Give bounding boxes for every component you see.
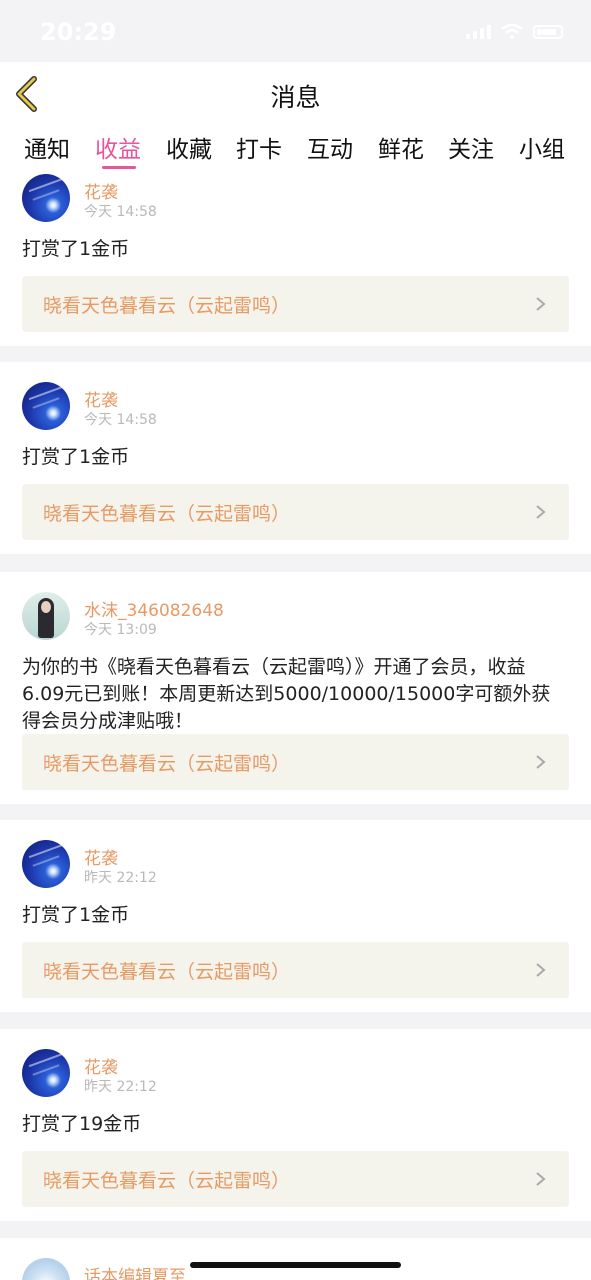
header: 消息: [0, 62, 591, 126]
tab-checkin[interactable]: 打卡: [236, 130, 282, 164]
page-title: 消息: [270, 83, 321, 112]
tab-groups[interactable]: 小组: [519, 130, 565, 164]
timestamp: 昨天 22:12: [84, 870, 157, 886]
username[interactable]: 花袭: [84, 844, 118, 869]
tab-bar: 通知 收益 收藏 打卡 互动 鲜花 关注 小组: [0, 126, 591, 170]
avatar[interactable]: [22, 174, 70, 222]
tab-earnings[interactable]: 收益: [95, 130, 141, 164]
home-indicator[interactable]: [190, 1262, 401, 1268]
book-link[interactable]: 晓看天色暮看云（云起雷鸣）: [22, 734, 569, 790]
avatar[interactable]: [22, 592, 70, 640]
username[interactable]: 花袭: [84, 386, 118, 411]
message-text: 打赏了1金币: [22, 238, 130, 260]
avatar[interactable]: [22, 840, 70, 888]
book-link[interactable]: 晓看天色暮看云（云起雷鸣）: [22, 276, 569, 332]
avatar[interactable]: [22, 382, 70, 430]
status-icons: [466, 24, 563, 40]
list-item: 花袭 昨天 22:12 打赏了1金币 晓看天色暮看云（云起雷鸣）: [0, 820, 591, 1012]
book-title: 晓看天色暮看云（云起雷鸣）: [43, 961, 291, 983]
chevron-right-icon: [536, 505, 546, 519]
list-item: 水沫_346082648 今天 13:09 为你的书《晓看天色暮看云（云起雷鸣）…: [0, 572, 591, 804]
username[interactable]: 话本编辑夏至: [84, 1262, 186, 1280]
timestamp: 昨天 22:12: [84, 1079, 157, 1095]
book-title: 晓看天色暮看云（云起雷鸣）: [43, 503, 291, 525]
list-item: 话本编辑夏至: [0, 1238, 591, 1280]
chevron-right-icon: [536, 1172, 546, 1186]
message-text: 打赏了19金币: [22, 1113, 142, 1135]
chevron-right-icon: [536, 963, 546, 977]
username[interactable]: 花袭: [84, 1053, 118, 1078]
status-time: 20:29: [40, 18, 117, 46]
signal-icon: [466, 25, 491, 39]
book-title: 晓看天色暮看云（云起雷鸣）: [43, 295, 291, 317]
battery-icon: [533, 25, 563, 39]
username[interactable]: 水沫_346082648: [84, 596, 224, 621]
book-title: 晓看天色暮看云（云起雷鸣）: [43, 753, 291, 775]
chevron-right-icon: [536, 297, 546, 311]
book-title: 晓看天色暮看云（云起雷鸣）: [43, 1170, 291, 1192]
tab-following[interactable]: 关注: [448, 130, 494, 164]
book-link[interactable]: 晓看天色暮看云（云起雷鸣）: [22, 1151, 569, 1207]
timestamp: 今天 13:09: [84, 622, 157, 638]
status-bar: 20:29: [0, 0, 591, 62]
timestamp: 今天 14:58: [84, 204, 157, 220]
tab-favorites[interactable]: 收藏: [166, 130, 212, 164]
message-text: 为你的书《晓看天色暮看云（云起雷鸣）》开通了会员，收益6.09元已到账！本周更新…: [22, 656, 551, 732]
tab-interaction[interactable]: 互动: [307, 130, 353, 164]
message-list[interactable]: 花袭 今天 14:58 打赏了1金币 晓看天色暮看云（云起雷鸣） 花袭 今天 1…: [0, 170, 591, 1280]
tab-flowers[interactable]: 鲜花: [378, 130, 424, 164]
message-text: 打赏了1金币: [22, 904, 130, 926]
chevron-right-icon: [536, 755, 546, 769]
avatar[interactable]: [22, 1258, 70, 1280]
wifi-icon: [501, 24, 523, 39]
avatar[interactable]: [22, 1049, 70, 1097]
timestamp: 今天 14:58: [84, 412, 157, 428]
book-link[interactable]: 晓看天色暮看云（云起雷鸣）: [22, 942, 569, 998]
book-link[interactable]: 晓看天色暮看云（云起雷鸣）: [22, 484, 569, 540]
message-text: 打赏了1金币: [22, 446, 130, 468]
username[interactable]: 花袭: [84, 178, 118, 203]
list-item: 花袭 今天 14:58 打赏了1金币 晓看天色暮看云（云起雷鸣）: [0, 170, 591, 346]
active-tab-indicator: [102, 166, 136, 169]
list-item: 花袭 今天 14:58 打赏了1金币 晓看天色暮看云（云起雷鸣）: [0, 362, 591, 554]
list-item: 花袭 昨天 22:12 打赏了19金币 晓看天色暮看云（云起雷鸣）: [0, 1029, 591, 1221]
tab-notifications[interactable]: 通知: [24, 130, 70, 164]
